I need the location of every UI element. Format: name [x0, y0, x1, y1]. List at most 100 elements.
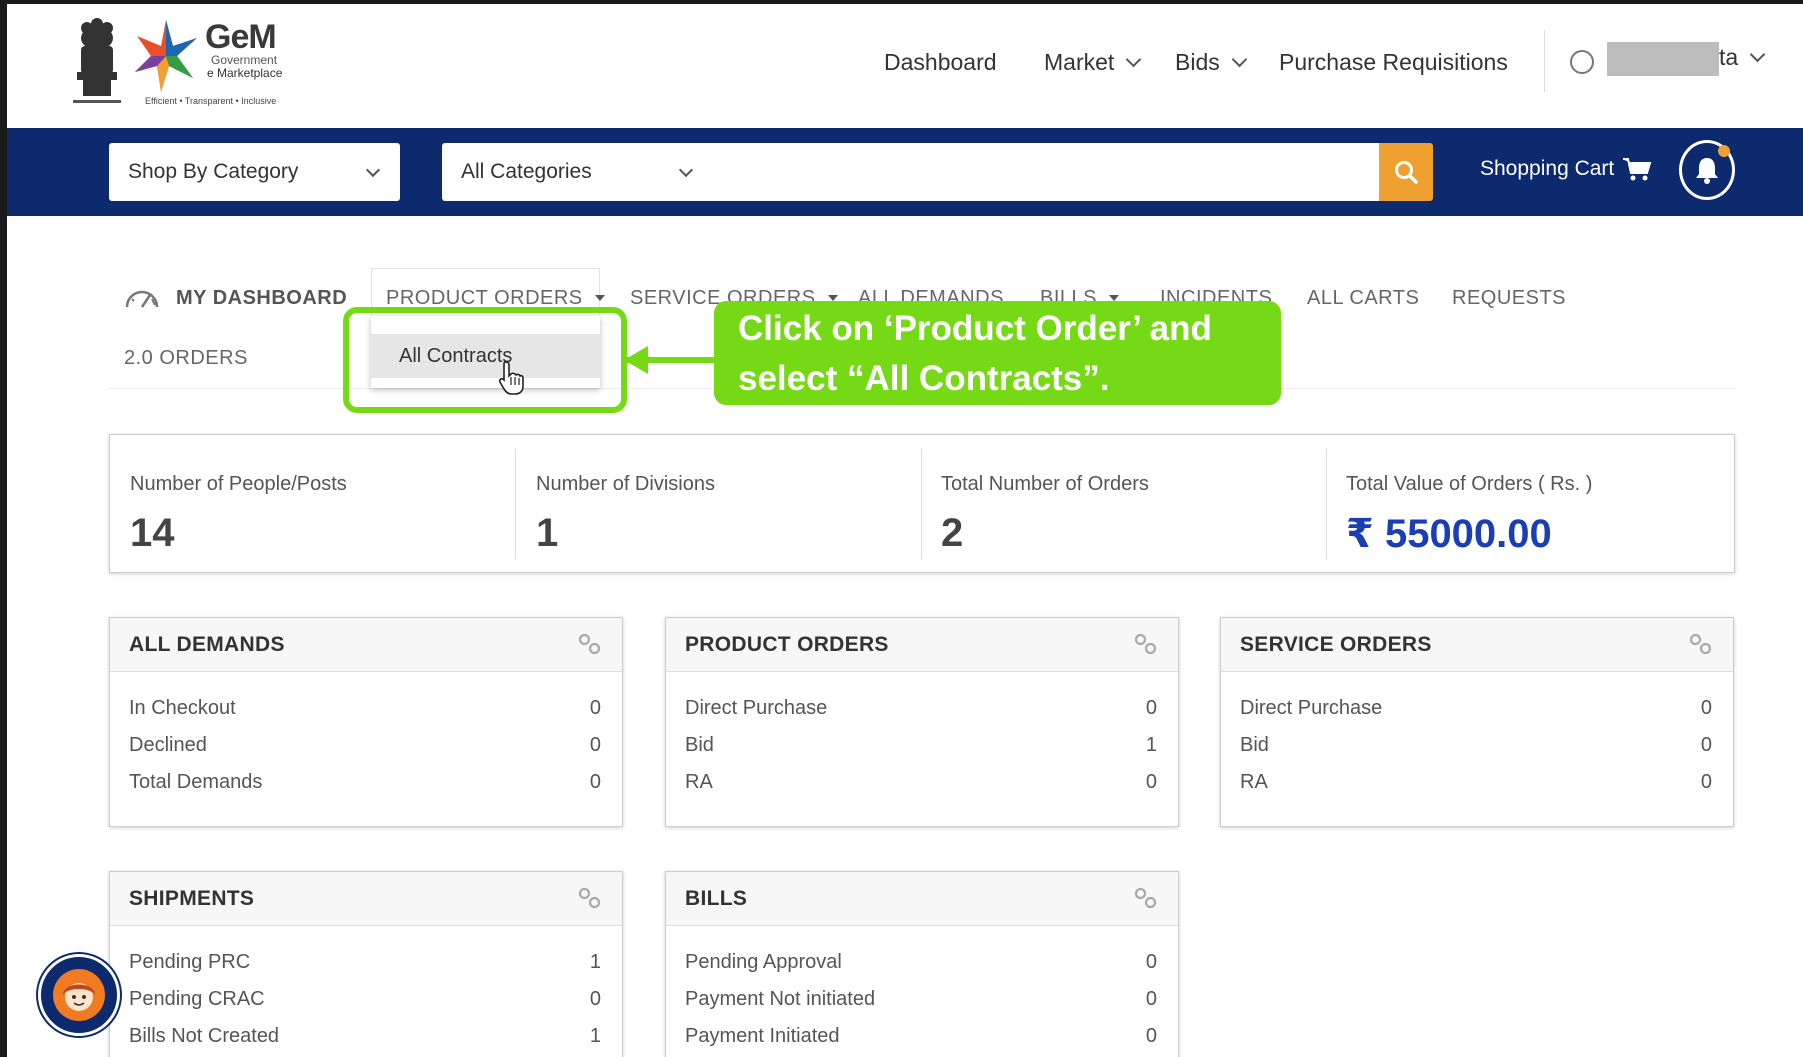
row-label: Pending Approval: [685, 951, 842, 973]
row-label: RA: [1240, 771, 1268, 793]
speedometer-icon: [125, 290, 159, 308]
row-value: 1: [589, 951, 601, 973]
card-row[interactable]: RA 0: [1221, 761, 1733, 798]
chevron-down-icon: [1749, 46, 1766, 63]
link-icon[interactable]: [1134, 632, 1158, 656]
card-title: BILLS: [685, 887, 748, 910]
tab-all-carts-label: ALL CARTS: [1307, 286, 1420, 309]
row-value: 1: [1145, 734, 1157, 756]
card-row[interactable]: Payment Not initiated 0: [666, 978, 1178, 1015]
card-title: SHIPMENTS: [129, 887, 255, 910]
shop-by-category-select[interactable]: Shop By Category: [109, 143, 400, 201]
nav-market[interactable]: Market: [1044, 42, 1142, 82]
card-row[interactable]: Direct Purchase 0: [666, 687, 1178, 724]
link-icon[interactable]: [578, 886, 602, 910]
card-row[interactable]: Pending CRAC 0: [110, 978, 622, 1015]
card-title: SERVICE ORDERS: [1240, 633, 1432, 656]
user-name-redacted: [1607, 42, 1719, 76]
card-row[interactable]: RA 0: [666, 761, 1178, 798]
row-value: 0: [1700, 771, 1712, 793]
row-label: Pending PRC: [129, 951, 251, 973]
card-header: ALL DEMANDS: [110, 618, 622, 672]
row-label: Bid: [1240, 734, 1269, 756]
card-product-orders: PRODUCT ORDERS Direct Purchase 0 Bid 1 RA 0: [665, 617, 1179, 827]
chat-assistant-button[interactable]: [38, 954, 120, 1036]
tab-2-0-orders[interactable]: 2.0 ORDERS: [124, 340, 248, 376]
row-label: Declined: [129, 734, 207, 756]
card-header: SERVICE ORDERS: [1221, 618, 1733, 672]
nav-bids[interactable]: Bids: [1175, 42, 1248, 82]
row-label: Direct Purchase: [1240, 697, 1383, 719]
row-value: 0: [1145, 771, 1157, 793]
row-label: In Checkout: [129, 697, 236, 719]
row-value: 0: [1700, 734, 1712, 756]
tab-requests-label: REQUESTS: [1452, 286, 1567, 309]
search-button[interactable]: [1379, 143, 1433, 201]
row-value: 0: [1700, 697, 1712, 719]
user-menu[interactable]: ta: [1719, 44, 1766, 71]
card-all-demands: ALL DEMANDS In Checkout 0 Declined 0 Total…: [109, 617, 623, 827]
row-label: Total Demands: [129, 771, 263, 793]
shopping-cart-label: Shopping Cart: [1480, 157, 1615, 180]
callout-line-1: Click on ‘Product Order’ and: [738, 309, 1212, 348]
tab-all-carts[interactable]: ALL CARTS: [1307, 280, 1419, 316]
national-emblem-icon: [73, 18, 121, 103]
notifications-button[interactable]: [1679, 140, 1735, 200]
nav-purchase-requisitions[interactable]: Purchase Requisitions: [1279, 42, 1508, 82]
row-label: RA: [685, 771, 713, 793]
row-value: 1: [589, 1025, 601, 1047]
card-rows: Pending PRC 1 Pending CRAC 0 Bills Not Cre…: [110, 926, 622, 1052]
gem-star-icon: [135, 20, 197, 92]
link-icon[interactable]: [1689, 632, 1713, 656]
all-categories-select[interactable]: All Categories: [442, 143, 713, 201]
tab-requests[interactable]: REQUESTS: [1452, 280, 1566, 316]
chevron-down-icon: [365, 162, 381, 178]
chevron-down-icon: [678, 162, 694, 178]
stat-people-posts: Number of People/Posts 14: [110, 449, 510, 559]
search-input[interactable]: [713, 143, 1385, 201]
card-row[interactable]: Payment Initiated 0: [666, 1015, 1178, 1052]
card-row[interactable]: In Checkout 0: [110, 687, 622, 724]
nav-purchase-requisitions-label: Purchase Requisitions: [1279, 48, 1508, 75]
card-header: PRODUCT ORDERS: [666, 618, 1178, 672]
stat-divisions: Number of Divisions 1: [516, 449, 916, 559]
gem-logo[interactable]: GeM Government e Marketplace: [69, 16, 282, 108]
card-rows: Direct Purchase 0 Bid 0 RA 0: [1221, 672, 1733, 798]
brand-subtitle-2: e Marketplace: [207, 66, 283, 80]
shop-by-category-label: Shop By Category: [128, 160, 299, 183]
card-row[interactable]: Declined 0: [110, 724, 622, 761]
card-row[interactable]: Pending Approval 0: [666, 941, 1178, 978]
search-bar: Shop By Category All Categories Shopping…: [7, 128, 1803, 216]
row-label: Payment Initiated: [685, 1025, 840, 1047]
brand-text: GeM Government e Marketplace: [205, 20, 282, 80]
card-row[interactable]: Pending PRC 1: [110, 941, 622, 978]
card-row[interactable]: Bid 0: [1221, 724, 1733, 761]
row-value: 0: [589, 734, 601, 756]
nav-dashboard[interactable]: Dashboard: [884, 42, 997, 82]
shopping-cart-link[interactable]: Shopping Cart: [1480, 156, 1652, 182]
cart-icon: [1623, 158, 1652, 181]
summary-stats: Number of People/Posts 14 Number of Divi…: [109, 434, 1735, 573]
stat-label: Total Value of Orders ( Rs. ): [1346, 473, 1593, 495]
card-bills: BILLS Pending Approval 0 Payment Not init…: [665, 871, 1179, 1057]
card-row[interactable]: Bid 1: [666, 724, 1178, 761]
card-row[interactable]: Total Demands 0: [110, 761, 622, 798]
row-label: Pending CRAC: [129, 988, 265, 1010]
row-value: 0: [1145, 697, 1157, 719]
card-header: BILLS: [666, 872, 1178, 926]
user-icon[interactable]: [1570, 50, 1594, 74]
bell-icon: [1696, 158, 1718, 184]
stat-total-value: Total Value of Orders ( Rs. ) ₹ 55000.00: [1326, 449, 1726, 559]
card-title: PRODUCT ORDERS: [685, 633, 889, 656]
card-row[interactable]: Direct Purchase 0: [1221, 687, 1733, 724]
link-icon[interactable]: [578, 632, 602, 656]
nav-bids-label: Bids: [1175, 48, 1220, 75]
card-rows: Direct Purchase 0 Bid 1 RA 0: [666, 672, 1178, 798]
card-row[interactable]: Bills Not Created 1: [110, 1015, 622, 1052]
stat-value: 1: [536, 511, 559, 555]
chevron-down-icon: [1126, 51, 1142, 67]
link-icon[interactable]: [1134, 886, 1158, 910]
row-value: 0: [1145, 951, 1157, 973]
tab-my-dashboard[interactable]: MY DASHBOARD: [124, 280, 347, 316]
brand-tagline: Efficient • Transparent • Inclusive: [145, 96, 277, 106]
